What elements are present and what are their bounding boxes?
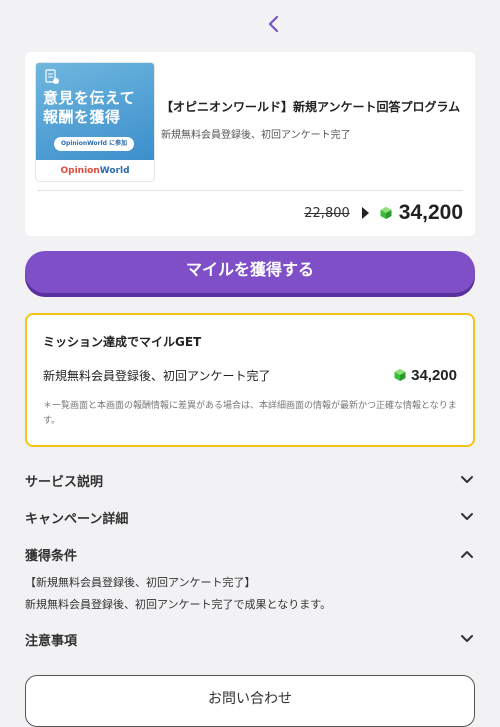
offer-thumbnail: 意見を伝えて 報酬を獲得 OpinionWorld に参加 OpinionWor… (35, 62, 155, 182)
chevron-left-icon (268, 15, 279, 33)
accordion-conditions[interactable]: 獲得条件 (25, 539, 475, 569)
green-gem-icon (380, 207, 392, 219)
mission-title: ミッション達成でマイルGET (43, 335, 202, 349)
accordion-service-label: サービス説明 (25, 474, 104, 490)
accordion-campaign[interactable]: キャンペーン詳細 (25, 502, 475, 532)
new-price: 34,200 (398, 201, 463, 224)
mission-row: 新規無料会員登録後、初回アンケート完了 34,200 (43, 363, 457, 387)
mission-points: 34,200 (393, 367, 457, 384)
offer-title: 【オピニオンワールド】新規アンケート回答プログラム (161, 100, 461, 114)
arrow-right-icon (361, 207, 369, 219)
chevron-down-icon (459, 631, 475, 647)
divider (37, 190, 463, 191)
conditions-line2: 新規無料会員登録後、初回アンケート完了で成果となります。 (25, 598, 332, 611)
accordion-conditions-label: 獲得条件 (25, 548, 78, 564)
offer-card[interactable]: 意見を伝えて 報酬を獲得 OpinionWorld に参加 OpinionWor… (25, 52, 475, 236)
logo-text-b: World (99, 166, 130, 176)
accordion-notes[interactable]: 注意事項 (25, 624, 475, 654)
chevron-down-icon (459, 472, 475, 488)
offer-subtitle: 新規無料会員登録後、初回アンケート完了 (161, 130, 351, 141)
old-price: 22,800 (304, 205, 350, 221)
accordion-service[interactable]: サービス説明 (25, 465, 475, 495)
document-icon (45, 69, 59, 84)
thumbnail-headline: 意見を伝えて 報酬を獲得 (43, 89, 151, 127)
logo-text-a: Opinion (60, 166, 100, 176)
accordion-notes-label: 注意事項 (25, 633, 78, 649)
green-gem-icon (394, 369, 406, 381)
opinionworld-logo: OpinionWorld (36, 162, 154, 180)
price-row: 22,800 34,200 (304, 198, 463, 228)
thumbnail-pill: OpinionWorld に参加 (54, 137, 134, 151)
accordion-campaign-label: キャンペーン詳細 (25, 511, 129, 527)
back-button[interactable] (262, 12, 286, 36)
chevron-down-icon (459, 509, 475, 525)
inquiry-button[interactable]: お問い合わせ (25, 675, 475, 727)
mission-note: ＊一覧画面と本画面の報酬情報に差異がある場合は、本詳細画面の情報が最新かつ正確な… (43, 401, 457, 426)
thumbnail-headline-line1: 意見を伝えて (43, 89, 136, 107)
thumbnail-headline-line2: 報酬を獲得 (43, 108, 121, 126)
mission-box: ミッション達成でマイルGET 新規無料会員登録後、初回アンケート完了 34,20… (25, 313, 475, 447)
mission-points-value: 34,200 (411, 366, 457, 384)
get-miles-button[interactable]: マイルを獲得する (25, 251, 475, 293)
mission-condition: 新規無料会員登録後、初回アンケート完了 (43, 368, 271, 383)
conditions-line1: 【新規無料会員登録後、初回アンケート完了】 (25, 576, 256, 589)
top-bar (0, 0, 500, 48)
chevron-up-icon (459, 546, 475, 562)
